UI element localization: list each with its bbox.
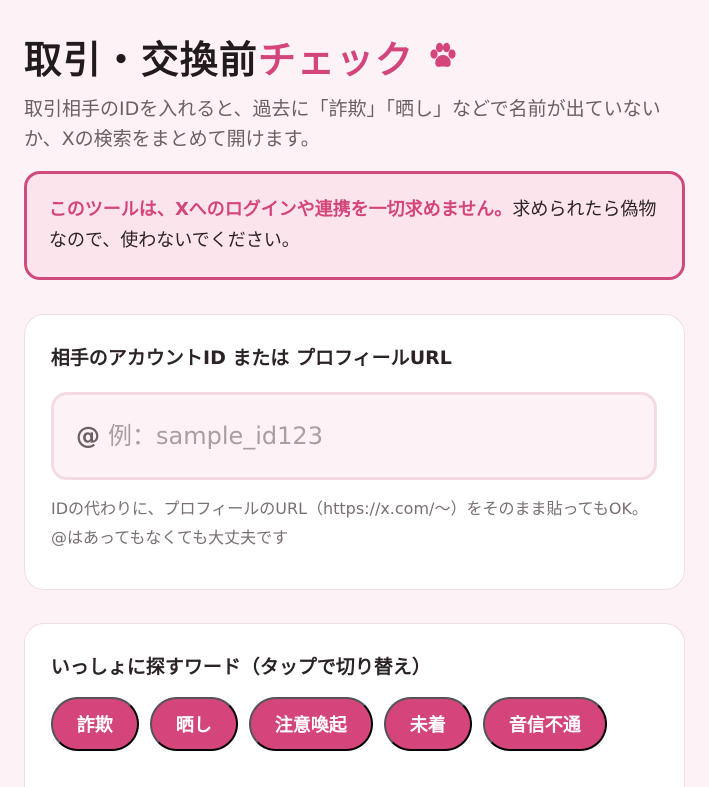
account-id-input[interactable] [108, 421, 608, 450]
warning-strong-text: このツールは、Xへのログインや連携を一切求めません。 [49, 198, 513, 220]
page-title-accent: チェック [258, 37, 415, 82]
page-title-main: 取引・交換前 [24, 37, 259, 82]
account-id-hint: IDの代わりに、プロフィールのURL（https://x.com/〜）をそのまま… [51, 498, 648, 548]
title-row: 取引・交換前チェック [24, 28, 685, 84]
search-word-chips: 詐欺 晒し 注意喚起 未着 音信不通 [51, 696, 658, 751]
chip-sagi[interactable]: 詐欺 [51, 696, 139, 751]
login-warning-box: このツールは、Xへのログインや連携を一切求めません。求められたら偽物なので、使わ… [24, 170, 685, 280]
search-words-card: いっしょに探すワード（タップで切り替え） 詐欺 晒し 注意喚起 未着 音信不通 [24, 622, 685, 787]
page-title: 取引・交換前チェック [24, 29, 414, 84]
page-subtitle: 取引相手のIDを入れると、過去に「詐欺」「晒し」などで名前が出ていないか、Xの検… [24, 98, 661, 151]
account-id-card: 相手のアカウントID または プロフィールURL @ IDの代わりに、プロフィー… [24, 313, 685, 590]
page: 取引・交換前チェック 取引相手のIDを入れると、過去に「詐欺」「晒し」などで名前… [0, 0, 709, 787]
account-id-field[interactable]: @ [51, 391, 657, 480]
chip-chuui-kanki[interactable]: 注意喚起 [249, 696, 373, 751]
chip-michaku[interactable]: 未着 [384, 696, 472, 751]
chip-sarashi[interactable]: 晒し [150, 696, 238, 751]
chip-onshin-futsu[interactable]: 音信不通 [483, 696, 607, 751]
search-words-label: いっしょに探すワード（タップで切り替え） [51, 655, 432, 678]
paw-icon [430, 42, 456, 67]
account-id-label: 相手のアカウントID または プロフィールURL [51, 346, 452, 369]
at-prefix: @ [76, 421, 100, 450]
